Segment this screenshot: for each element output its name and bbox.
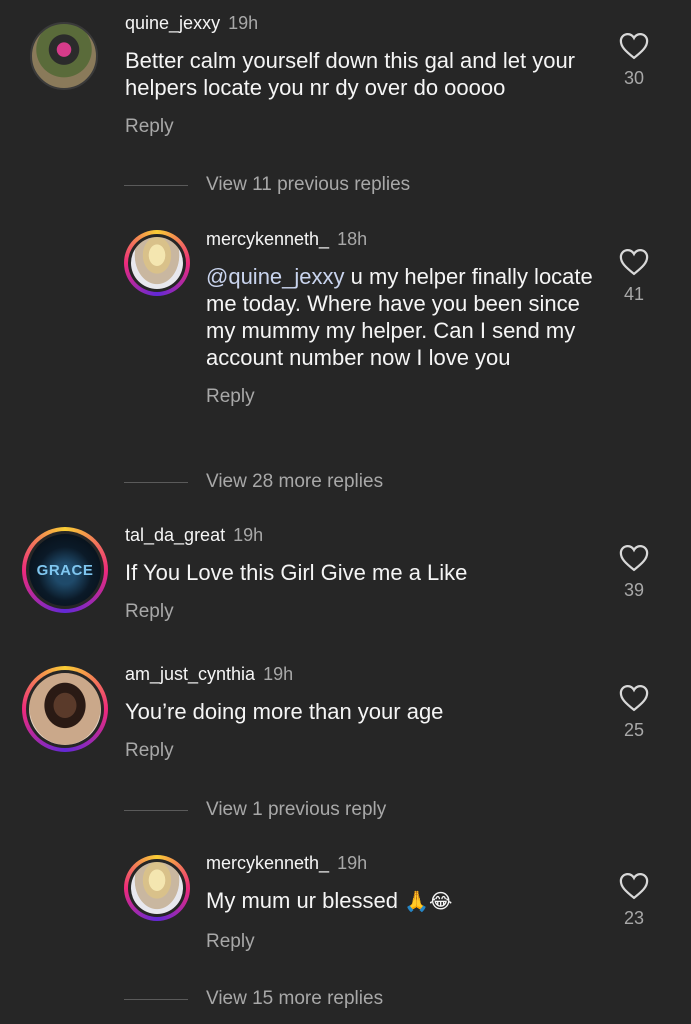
like-count: 25 — [623, 720, 645, 740]
story-ring-avatar[interactable] — [124, 855, 190, 921]
timestamp: 19h — [233, 525, 264, 545]
timestamp: 19h — [337, 853, 368, 873]
view-replies-link[interactable]: View 1 previous reply — [206, 799, 386, 821]
comment-text: Better calm yourself down this gal and l… — [125, 48, 576, 100]
like-button[interactable]: 39 — [614, 544, 654, 601]
avatar-grace-text: GRACE — [36, 561, 94, 579]
like-count: 39 — [623, 580, 645, 600]
heart-icon — [619, 248, 649, 276]
comment-text: @quine_jexxy u my helper finally locate … — [206, 263, 596, 371]
mention-link[interactable]: @quine_jexxy — [206, 264, 345, 289]
like-button[interactable]: 30 — [614, 32, 654, 89]
view-replies-row[interactable]: View 1 previous reply — [124, 799, 386, 821]
heart-icon — [619, 544, 649, 572]
timestamp: 18h — [337, 229, 368, 249]
blonde-woman-avatar-icon — [131, 237, 183, 289]
comments-screen: quine_jexxy 19h Better calm yourself down… — [0, 0, 691, 1024]
like-button[interactable]: 41 — [614, 248, 654, 305]
view-replies-row[interactable]: View 11 previous replies — [124, 174, 410, 196]
like-count: 41 — [623, 284, 645, 304]
divider-line — [124, 481, 188, 483]
view-replies-link[interactable]: View 28 more replies — [206, 471, 383, 493]
divider-line — [124, 184, 188, 186]
reply-button[interactable]: Reply — [206, 386, 255, 408]
username[interactable]: quine_jexxy — [125, 13, 220, 33]
comment-body: tal_da_great 19h If You Love this Girl Gi… — [125, 524, 595, 623]
view-replies-link[interactable]: View 15 more replies — [206, 988, 383, 1010]
username[interactable]: mercykenneth_ — [206, 229, 329, 249]
username[interactable]: tal_da_great — [125, 525, 225, 545]
comment-meta: am_just_cynthia 19h — [125, 663, 595, 685]
praying-hands-grace-avatar-icon: GRACE — [29, 534, 101, 606]
woman-portrait-avatar-icon — [29, 673, 101, 745]
heart-icon — [619, 32, 649, 60]
comment-meta: mercykenneth_ 18h — [206, 228, 596, 250]
username[interactable]: mercykenneth_ — [206, 853, 329, 873]
username[interactable]: am_just_cynthia — [125, 664, 255, 684]
story-ring-avatar[interactable] — [124, 230, 190, 296]
like-count: 30 — [623, 68, 645, 88]
reply-button[interactable]: Reply — [206, 931, 255, 953]
avatar[interactable] — [30, 22, 98, 90]
comment-text: If You Love this Girl Give me a Like — [125, 560, 468, 585]
timestamp: 19h — [263, 664, 294, 684]
comment-text-main: My mum ur blessed — [206, 888, 405, 913]
divider-line — [124, 998, 188, 1000]
view-replies-row[interactable]: View 15 more replies — [124, 988, 383, 1010]
like-count: 23 — [623, 908, 645, 928]
reply-button[interactable]: Reply — [125, 740, 174, 762]
comment-meta: quine_jexxy 19h — [125, 12, 595, 34]
heart-icon — [619, 872, 649, 900]
comment-body: am_just_cynthia 19h You’re doing more tha… — [125, 663, 595, 762]
story-ring-avatar[interactable]: GRACE — [22, 527, 108, 613]
reply-button[interactable]: Reply — [125, 601, 174, 623]
timestamp: 19h — [228, 13, 259, 33]
comment-meta: mercykenneth_ 19h — [206, 852, 596, 874]
like-button[interactable]: 25 — [614, 684, 654, 741]
comment-text: My mum ur blessed 🙏😂 — [206, 887, 596, 916]
view-replies-link[interactable]: View 11 previous replies — [206, 174, 410, 196]
pray-laugh-emoji-icon: 🙏😂 — [404, 891, 453, 913]
story-ring-avatar[interactable] — [22, 666, 108, 752]
blonde-woman-avatar-icon — [131, 862, 183, 914]
comment-meta: tal_da_great 19h — [125, 524, 595, 546]
like-button[interactable]: 23 — [614, 872, 654, 929]
comment-body: mercykenneth_ 19h My mum ur blessed 🙏😂 Re… — [206, 852, 596, 953]
comment-body: mercykenneth_ 18h @quine_jexxy u my helpe… — [206, 228, 596, 408]
pink-mask-avatar-icon — [30, 22, 98, 90]
comment-body: quine_jexxy 19h Better calm yourself down… — [125, 12, 595, 138]
view-replies-row[interactable]: View 28 more replies — [124, 471, 383, 493]
divider-line — [124, 809, 188, 811]
heart-icon — [619, 684, 649, 712]
reply-button[interactable]: Reply — [125, 116, 174, 138]
comment-text: You’re doing more than your age — [125, 699, 444, 724]
